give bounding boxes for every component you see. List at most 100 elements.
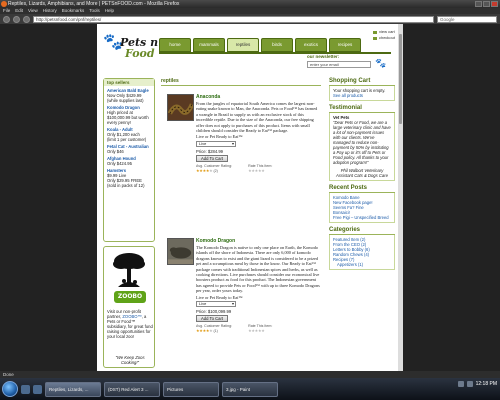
product-info: Anaconda From the jungles of equatorial … [196,94,320,173]
top-seller-item: American Bald Eagle Now Only $429.99 (wh… [104,86,154,103]
main-nav: home mammals reptiles birds exotics reci… [159,38,361,52]
top-seller-detail: (limit 1 per customer) [107,137,147,142]
shopping-cart-box: Shopping Cart Your shopping cart is empt… [329,78,395,101]
product-item: Komodo Dragon The Komodo Dragon is nativ… [161,238,321,371]
see-all-products-link[interactable]: See all products [333,93,391,98]
address-bar[interactable]: http://petsnfood.com/pnf/reptiles/ [33,15,434,23]
recent-posts-title: Recent Posts [329,185,395,193]
volume-icon[interactable] [466,381,473,387]
tab-exotics[interactable]: exotics [295,38,327,52]
search-bar[interactable]: Google [437,15,497,23]
tab-home[interactable]: home [159,38,191,52]
zoobo-promo-box: ZOOBO Visit our non-profit partner, ZOOB… [103,246,155,368]
rate-item-stars-icon[interactable]: ★★★★★ [248,168,265,173]
checkout-icon [372,36,377,40]
main-content: reptiles Anaconda From the jungles of eq… [161,78,321,371]
testimonial-quote: "Dear Pets or Food, we are a large veter… [333,120,391,165]
taskbar-item-pictures[interactable]: Pictures [163,381,219,397]
zoobo-description: Visit our non-profit partner, ZOOBO™, a … [107,309,153,339]
checkout-link[interactable]: checkout [379,35,395,41]
quicklaunch-icon[interactable] [21,384,30,394]
back-button[interactable] [3,15,10,23]
product-price: Price: $284.99 [196,148,224,154]
product-option-select[interactable]: Live [196,301,236,308]
page-title: reptiles [161,78,321,86]
close-button[interactable] [491,1,498,7]
testimonial-signature: Phil Walbort Veterinary Assistant Cats &… [336,168,388,178]
avg-rating-stars-icon: ★★★★ [196,167,210,173]
anaconda-image[interactable] [167,94,194,121]
top-seller-detail: (sold in packs of 12) [107,183,145,188]
tab-birds[interactable]: birds [261,38,293,52]
rating-count: (1) [213,329,218,334]
product-ratings: Avg. Customer Rating: ★★★★★ (2) Rate Thi… [196,164,320,173]
top-seller-item: Koala - Adult Only $1,200 each (limit 1 … [104,125,154,142]
subcategory-link[interactable]: Appetizers (1) [333,262,391,267]
right-sidebar: Shopping Cart Your shopping cart is empt… [329,78,395,274]
top-sellers-box: top sellers American Bald Eagle Now Only… [103,78,155,242]
user-links: view cart checkout [372,29,395,41]
taskbar-item-paint[interactable]: 3.jpg - Paint [222,381,278,397]
tab-recipes[interactable]: recipes [329,38,361,52]
avg-rating-stars-icon: ★★★★ [196,328,210,334]
top-seller-item: Afghan Hound Only $424.95 [104,154,154,166]
top-seller-item: Komodo Dragon High priced at $100,000.99… [104,103,154,125]
browser-viewport: 🐾 Pets n Food home mammals reptiles bird… [0,24,500,371]
start-button[interactable] [2,381,18,397]
product-price: Price: $100,099.99 [196,309,232,315]
reload-button[interactable] [23,15,30,23]
logo-text-bottom: Food [125,47,155,60]
rating-empty-star-icon: ★ [209,328,213,334]
newsletter-email-input[interactable]: enter your email [307,61,371,68]
product-name[interactable]: Anaconda [196,94,320,100]
top-seller-item: Fetal Cat - Australian Only $46 [104,142,154,154]
product-ratings: Avg. Customer Rating: ★★★★★ (1) Rate Thi… [196,324,320,333]
zoobo-logo[interactable]: ZOOBO [114,291,146,303]
testimonial-box: Testimonial Vet Pets "Dear Pets or Food,… [329,105,395,181]
windows-taskbar: Reptiles, Lizards, ... (DST) Red Alert 3… [0,378,500,400]
site-header: 🐾 Pets n Food home mammals reptiles bird… [97,24,403,72]
product-description: From the jungles of equatorial South Ame… [196,101,318,134]
clock[interactable]: 12:18 PM [476,381,497,387]
testimonial-title: Testimonial [329,105,395,113]
komodo-dragon-image[interactable] [167,238,194,265]
rate-item-stars-icon[interactable]: ★★★★★ [248,328,265,333]
browser-statusbar: Done [0,371,500,378]
taskbar-item-firefox[interactable]: Reptiles, Lizards, ... [45,381,101,397]
product-name[interactable]: Komodo Dragon [196,238,320,244]
site-logo[interactable]: 🐾 Pets n Food [103,30,163,64]
categories-box: Categories Featured Item (2) From the CE… [329,227,395,270]
product-option-select[interactable]: Live [196,140,236,147]
page-scrollbar[interactable] [398,24,403,371]
taskbar-item-redalert[interactable]: (DST) Red Alert 3 ... [104,381,160,397]
add-to-cart-button[interactable]: Add To Cart [196,315,228,323]
system-tray: 12:18 PM [457,381,497,387]
recent-post-link[interactable]: Free Pigi – Unspecified Breed [333,215,391,220]
newsletter-submit-paw-icon[interactable]: 🐾 [375,58,386,69]
window-titlebar: Reptiles, Lizards, Amphibians, and More … [0,0,500,8]
cart-icon [372,30,377,34]
quicklaunch-icon[interactable] [33,384,42,394]
tab-reptiles[interactable]: reptiles [227,38,259,52]
rating-empty-star-icon: ★ [209,167,213,173]
window-controls [475,1,498,7]
firefox-icon [1,1,7,7]
navigation-toolbar: http://petsnfood.com/pnf/reptiles/ Googl… [0,14,500,24]
shopping-cart-title: Shopping Cart [329,78,395,86]
categories-title: Categories [329,227,395,235]
tab-mammals[interactable]: mammals [193,38,225,52]
maximize-button[interactable] [483,1,490,7]
product-info: Komodo Dragon The Komodo Dragon is nativ… [196,238,320,333]
add-to-cart-button[interactable]: Add To Cart [196,154,228,162]
newsletter-signup: our newsletter: enter your email 🐾 [307,54,397,70]
forward-button[interactable] [13,15,20,23]
web-page: 🐾 Pets n Food home mammals reptiles bird… [97,24,403,371]
network-icon[interactable] [457,381,464,387]
scrollbar-thumb[interactable] [399,34,402,124]
product-option-label: Live or Pet Ready to Eat™ [196,294,243,300]
window-title: Reptiles, Lizards, Amphibians, and More … [8,1,180,7]
rating-count: (2) [213,168,218,173]
product-item: Anaconda From the jungles of equatorial … [161,94,321,230]
zoobo-quote: "We Keep Zoos Cooking!" [115,355,145,365]
minimize-button[interactable] [475,1,482,7]
